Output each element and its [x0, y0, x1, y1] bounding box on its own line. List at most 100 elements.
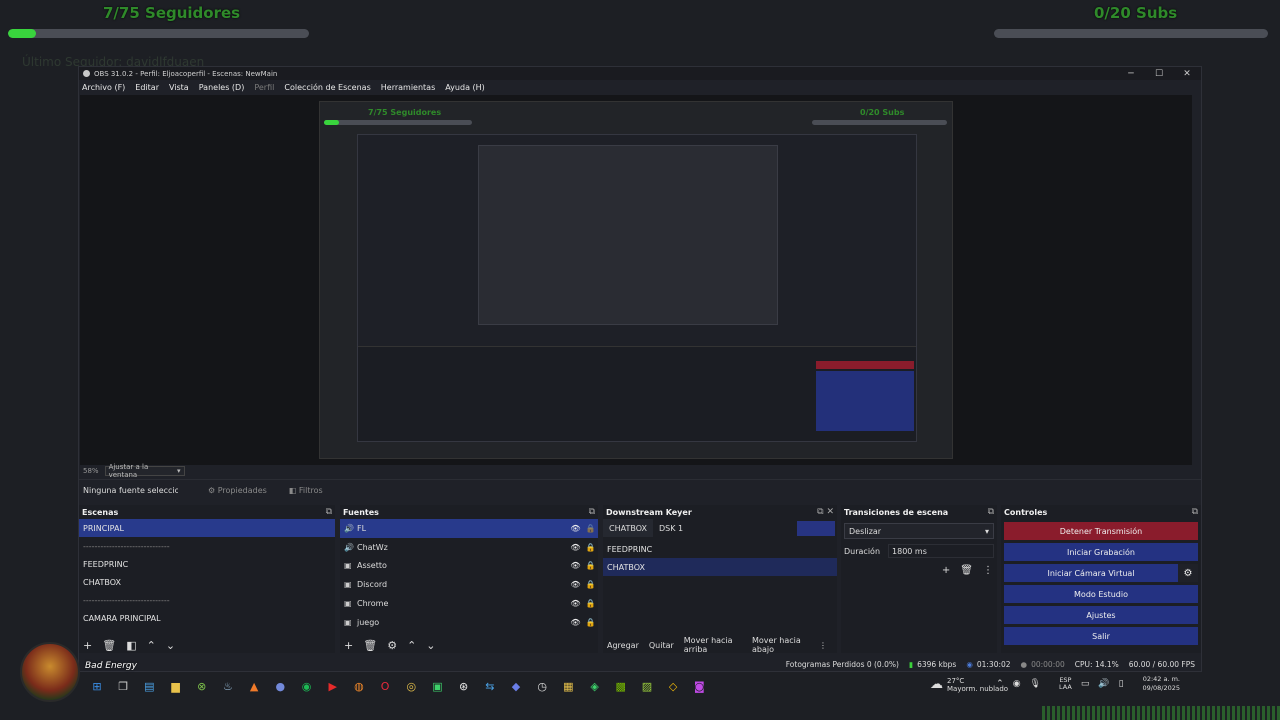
trash-icon[interactable]: 🗑	[102, 639, 116, 652]
file-explorer-icon[interactable]: ▆	[167, 678, 185, 696]
dsk-add-button[interactable]: Agregar	[607, 641, 639, 650]
undock-icon[interactable]: ⧉	[589, 507, 595, 517]
eye-icon[interactable]: 👁	[568, 561, 583, 570]
volume-icon[interactable]: 🔊	[1098, 679, 1109, 689]
dsk-item-chatbox[interactable]: CHATBOX	[603, 558, 837, 576]
binance-icon[interactable]: ◇	[664, 678, 682, 696]
dsk-move-down-button[interactable]: Mover hacia abajo	[752, 636, 809, 654]
opera-icon[interactable]: O	[376, 678, 394, 696]
maximize-icon[interactable]: ☐	[1145, 69, 1173, 79]
dsk-item-feedprinc[interactable]: FEEDPRINC	[603, 540, 837, 558]
lock-icon[interactable]: 🔒	[583, 580, 598, 589]
app-icon[interactable]: ◈	[586, 678, 604, 696]
eye-icon[interactable]: 👁	[568, 599, 583, 608]
minimize-icon[interactable]: ─	[1117, 69, 1145, 79]
lock-icon[interactable]: 🔒	[583, 599, 598, 608]
arrow-down-icon[interactable]: ⌄	[166, 639, 175, 652]
menu-edit[interactable]: Editar	[135, 83, 159, 92]
app-icon[interactable]: ◆	[507, 678, 525, 696]
lock-icon[interactable]: 🔒	[583, 618, 598, 627]
clock-app-icon[interactable]: ◷	[533, 678, 551, 696]
xbox-icon[interactable]: ⊗	[193, 678, 211, 696]
menu-scene-collection[interactable]: Colección de Escenas	[284, 83, 370, 92]
clock-area[interactable]: 02:42 a. m. 09/08/2025	[1134, 675, 1180, 693]
android-icon[interactable]: ▣	[428, 678, 446, 696]
more-icon[interactable]: ⋮	[983, 565, 993, 576]
filter-icon[interactable]: ◧	[126, 639, 136, 652]
preview-canvas[interactable]: 7/75 Seguidores 0/20 Subs	[319, 101, 953, 459]
add-icon[interactable]: +	[83, 639, 92, 652]
gear-icon[interactable]: ⚙	[387, 639, 397, 652]
display-icon[interactable]: ▭	[1081, 679, 1090, 689]
battery-icon[interactable]: ▯	[1119, 679, 1124, 689]
gear-icon[interactable]: ⚙	[1178, 564, 1198, 582]
discord-icon[interactable]: ●	[271, 678, 289, 696]
lock-icon[interactable]: 🔒	[583, 561, 598, 570]
scene-separator[interactable]: ------------------------------	[79, 591, 335, 609]
undock-icon[interactable]: ⧉ ✕	[817, 507, 834, 517]
zoom-mode-select[interactable]: Ajustar a la ventana ▾	[104, 463, 185, 479]
scene-item[interactable]: CAMARA PRINCIPAL	[79, 609, 335, 627]
trash-icon[interactable]: 🗑	[363, 639, 377, 652]
stop-streaming-button[interactable]: Detener Transmisión	[1004, 522, 1198, 540]
trash-icon[interactable]: 🗑	[960, 565, 973, 576]
lock-icon[interactable]: 🔒	[583, 524, 598, 533]
windows-start-icon[interactable]: ⊞	[88, 678, 106, 696]
source-item[interactable]: 🔊 ChatWz 👁 🔒	[340, 538, 598, 557]
scene-item[interactable]: PRINCIPAL	[79, 519, 335, 537]
obs-icon[interactable]: ⊛	[455, 678, 473, 696]
add-icon[interactable]: +	[942, 565, 950, 576]
scene-item[interactable]: FEEDPRINC	[79, 555, 335, 573]
dsk-move-up-button[interactable]: Mover hacia arriba	[684, 636, 742, 654]
add-icon[interactable]: +	[344, 639, 353, 652]
widgets-icon[interactable]: ▤	[140, 678, 158, 696]
language-indicator[interactable]: ESP LAA	[1050, 677, 1072, 691]
start-recording-button[interactable]: Iniciar Grabación	[1004, 543, 1198, 561]
eye-icon[interactable]: 👁	[568, 524, 583, 533]
tab-dsk1[interactable]: DSK 1	[653, 519, 689, 537]
nvidia-icon[interactable]: ▲	[245, 678, 263, 696]
menu-profile[interactable]: Perfil	[254, 83, 274, 92]
eye-icon[interactable]: 👁	[568, 543, 583, 552]
nvidia-app-icon[interactable]: ▩	[612, 678, 630, 696]
menu-help[interactable]: Ayuda (H)	[445, 83, 485, 92]
source-item[interactable]: ▣ Assetto 👁 🔒	[340, 557, 598, 576]
firefox-icon[interactable]: ◍	[350, 678, 368, 696]
filters-button[interactable]: ◧ Filtros	[289, 486, 323, 495]
app-icon[interactable]: ◙	[690, 678, 708, 696]
arrow-up-icon[interactable]: ⌃	[407, 639, 416, 652]
arrow-down-icon[interactable]: ⌄	[426, 639, 435, 652]
menu-docks[interactable]: Paneles (D)	[199, 83, 245, 92]
transition-select[interactable]: Deslizar ▾	[844, 523, 994, 539]
studio-mode-button[interactable]: Modo Estudio	[1004, 585, 1198, 603]
source-item[interactable]: ▣ juego 👁 🔒	[340, 613, 598, 632]
settings-button[interactable]: Ajustes	[1004, 606, 1198, 624]
chevron-up-icon[interactable]: ⌃	[996, 679, 1004, 689]
source-item[interactable]: ▣ Chrome 👁 🔒	[340, 594, 598, 613]
close-icon[interactable]: ✕	[1173, 69, 1201, 79]
app-icon[interactable]: ▦	[559, 678, 577, 696]
lock-icon[interactable]: 🔒	[583, 543, 598, 552]
preview-area[interactable]: 7/75 Seguidores 0/20 Subs	[80, 95, 1192, 465]
chrome-icon[interactable]: ◎	[402, 678, 420, 696]
undock-icon[interactable]: ⧉	[326, 507, 332, 517]
menu-view[interactable]: Vista	[169, 83, 189, 92]
spotify-icon[interactable]: ◉	[298, 678, 316, 696]
dsk-remove-button[interactable]: Quitar	[649, 641, 674, 650]
start-virtual-camera-button[interactable]: Iniciar Cámara Virtual ⚙	[1004, 564, 1198, 582]
undock-icon[interactable]: ⧉	[988, 507, 994, 517]
steam-icon[interactable]: ♨	[219, 678, 237, 696]
microphone-icon[interactable]: 🎙	[1030, 679, 1041, 689]
tray-app-icon[interactable]: ◉	[1013, 679, 1021, 689]
source-item[interactable]: 🔊 FL 👁 🔒	[340, 519, 598, 538]
youtube-icon[interactable]: ▶	[324, 678, 342, 696]
scene-separator[interactable]: ------------------------------	[79, 537, 335, 555]
undock-icon[interactable]: ⧉	[1192, 507, 1198, 517]
exit-button[interactable]: Salir	[1004, 627, 1198, 645]
menu-file[interactable]: Archivo (F)	[82, 83, 125, 92]
source-item[interactable]: ▣ Discord 👁 🔒	[340, 575, 598, 594]
tab-chatbox[interactable]: CHATBOX	[603, 519, 653, 537]
eye-icon[interactable]: 👁	[568, 618, 583, 627]
menu-tools[interactable]: Herramientas	[381, 83, 436, 92]
task-view-icon[interactable]: ❐	[114, 678, 132, 696]
